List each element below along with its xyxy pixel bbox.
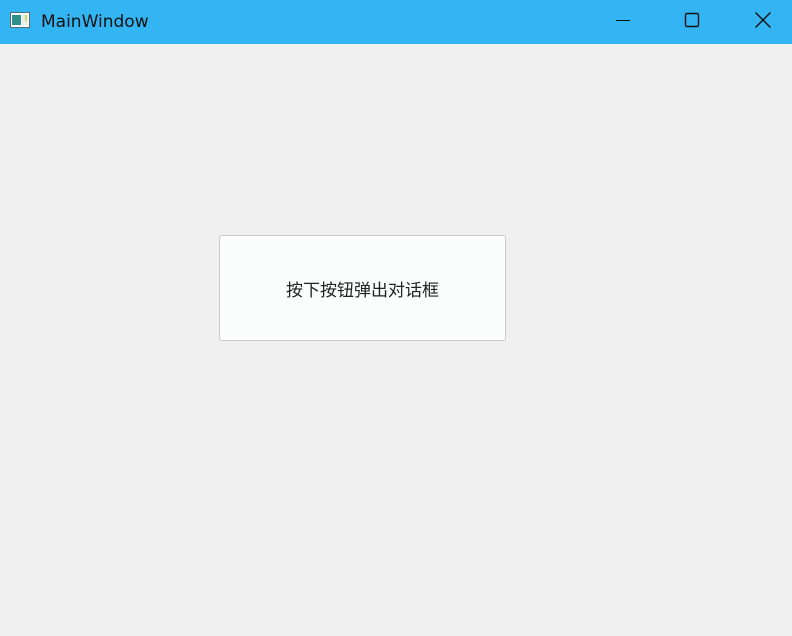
minimize-button[interactable] (600, 0, 646, 44)
close-button[interactable] (740, 0, 786, 44)
main-window: MainWindow 按下按钮弹出对话框 (0, 0, 792, 636)
title-bar[interactable]: MainWindow (0, 0, 792, 44)
window-app-icon (10, 12, 30, 28)
show-dialog-button-label: 按下按钮弹出对话框 (286, 280, 439, 301)
central-widget: 按下按钮弹出对话框 (0, 44, 792, 636)
show-dialog-button[interactable]: 按下按钮弹出对话框 (219, 235, 506, 341)
window-title: MainWindow (41, 12, 149, 32)
maximize-icon (684, 12, 700, 32)
maximize-button[interactable] (669, 0, 715, 44)
minimize-icon (615, 12, 631, 32)
close-icon (754, 11, 772, 33)
